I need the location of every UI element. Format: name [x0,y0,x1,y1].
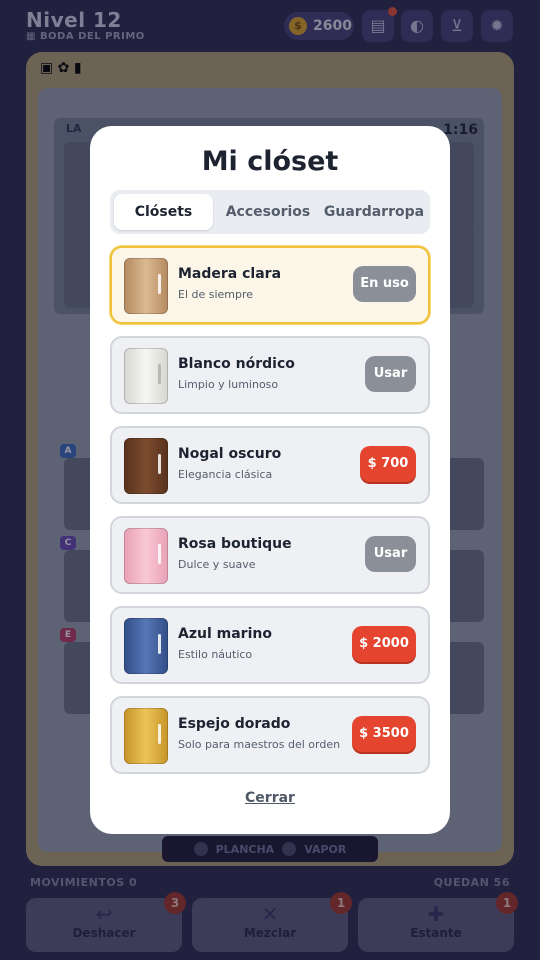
closet-swatch-icon [124,618,168,674]
use-button[interactable]: Usar [365,356,416,392]
use-button[interactable]: Usar [365,536,416,572]
item-name: Madera clara [178,266,282,282]
item-name: Espejo dorado [178,716,291,732]
item-description: Elegancia clásica [178,468,273,481]
item-name: Blanco nórdico [178,356,295,372]
buy-button[interactable]: $ 700 [360,446,416,482]
item-description: Dulce y suave [178,558,256,571]
buy-button[interactable]: $ 3500 [352,716,416,752]
closet-swatch-icon [124,348,168,404]
item-description: El de siempre [178,288,254,301]
item-description: Estilo náutico [178,648,253,661]
closet-swatch-icon [124,708,168,764]
item-description: Limpio y luminoso [178,378,279,391]
closet-item[interactable]: Rosa boutique Dulce y suave Usar [110,516,430,594]
closet-swatch-icon [124,258,168,314]
closet-item[interactable]: Blanco nórdico Limpio y luminoso Usar [110,336,430,414]
close-link[interactable]: Cerrar [90,790,450,806]
tab-accessories[interactable]: Accesorios [218,194,318,230]
closet-item[interactable]: Madera clara El de siempre En uso [110,246,430,324]
in-use-button[interactable]: En uso [353,266,416,302]
tab-closets[interactable]: Clósets [114,194,213,230]
item-name: Nogal oscuro [178,446,282,462]
buy-button[interactable]: $ 2000 [352,626,416,662]
closet-modal: Mi clóset Clósets Accesorios Guardarropa… [90,126,450,834]
closet-item[interactable]: Espejo dorado Solo para maestros del ord… [110,696,430,774]
tab-bar: Clósets Accesorios Guardarropa [110,190,430,234]
closet-swatch-icon [124,528,168,584]
item-name: Rosa boutique [178,536,292,552]
item-name: Azul marino [178,626,272,642]
item-description: Solo para maestros del orden [178,738,341,751]
tab-wardrobe[interactable]: Guardarropa [322,194,426,230]
closet-item[interactable]: Azul marino Estilo náutico $ 2000 [110,606,430,684]
closet-swatch-icon [124,438,168,494]
modal-title: Mi clóset [201,146,339,177]
closet-item[interactable]: Nogal oscuro Elegancia clásica $ 700 [110,426,430,504]
